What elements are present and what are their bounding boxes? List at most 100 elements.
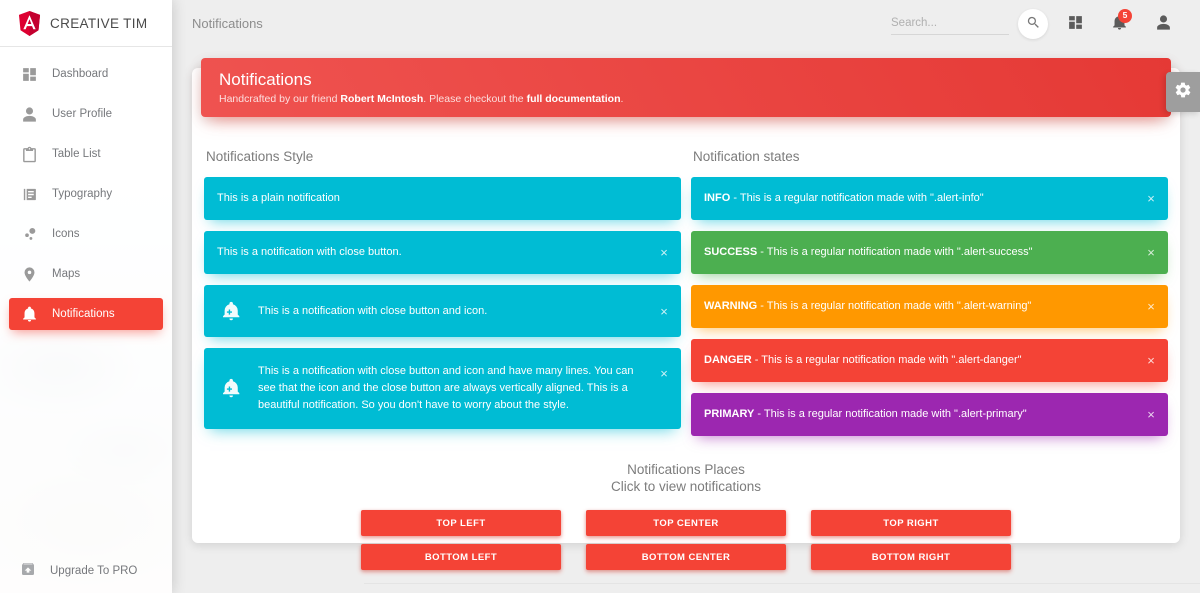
sidebar-footer: Upgrade To PRO	[0, 556, 172, 593]
sidebar-item-maps[interactable]: Maps	[9, 258, 163, 290]
alert-text: This is a notification with close button…	[258, 304, 488, 317]
sidebar-item-label: Maps	[52, 268, 81, 280]
close-icon[interactable]: ×	[1143, 407, 1159, 423]
alert-state-success: SUCCESS - This is a regular notification…	[691, 231, 1168, 275]
places-subtitle: Click to view notifications	[610, 479, 762, 495]
clipboard-icon	[20, 145, 38, 163]
brand-logo-link[interactable]: CREATIVE TIM	[0, 0, 172, 47]
close-icon[interactable]: ×	[656, 303, 672, 319]
sidebar-item-label: Typography	[52, 188, 113, 200]
alert-with-close-and-icon: This is a notification with close button…	[204, 285, 681, 338]
sidebar-footer-label: Upgrade To PRO	[50, 565, 138, 577]
sidebar-item-user-profile[interactable]: User Profile	[9, 98, 163, 130]
close-icon[interactable]: ×	[656, 245, 672, 261]
sidebar-item-dashboard[interactable]: Dashboard	[9, 58, 163, 90]
alert-state-text: - This is a regular notification made wi…	[754, 408, 1027, 421]
sidebar-item-upgrade-to-pro[interactable]: Upgrade To PRO	[9, 556, 163, 586]
subtitle-middle: . Please checkout the	[423, 93, 527, 106]
alert-state-danger: DANGER - This is a regular notification …	[691, 339, 1168, 383]
alert-text: This is a notification with close button…	[217, 246, 402, 259]
close-icon[interactable]: ×	[1143, 353, 1159, 369]
sidebar-item-label: Dashboard	[52, 68, 109, 80]
search-button[interactable]	[1018, 8, 1048, 39]
alert-with-close: This is a notification with close button…	[204, 231, 681, 275]
places-button-grid: TOP LEFT TOP CENTER TOP RIGHT BOTTOM LEF…	[361, 510, 1011, 571]
close-icon[interactable]: ×	[1143, 191, 1159, 207]
place-button-bottom-left[interactable]: BOTTOM LEFT	[361, 544, 561, 571]
sidebar-item-label: Notifications	[52, 308, 115, 320]
person-icon	[20, 105, 38, 123]
page-footer-divider	[364, 583, 1200, 593]
alert-state-info: INFO - This is a regular notification ma…	[691, 177, 1168, 221]
location-pin-icon	[20, 265, 38, 283]
search-input[interactable]	[891, 12, 1009, 35]
unarchive-icon	[20, 561, 36, 582]
subtitle-suffix: .	[620, 93, 624, 106]
angular-shield-icon	[18, 10, 41, 36]
alert-plain: This is a plain notification	[204, 177, 681, 221]
sidebar-nav: Dashboard User Profile Table List Typogr…	[0, 58, 172, 330]
add-alert-icon	[219, 376, 245, 402]
sidebar-item-icons[interactable]: Icons	[9, 218, 163, 250]
alert-text: This is a plain notification	[217, 192, 340, 204]
notifications-style-column: Notifications Style This is a plain noti…	[204, 139, 681, 447]
library-books-icon	[20, 185, 38, 203]
sidebar-item-typography[interactable]: Typography	[9, 178, 163, 210]
sidebar-item-notifications[interactable]: Notifications	[9, 298, 163, 330]
topbar-actions: 5	[891, 8, 1180, 39]
dashboard-grid-icon	[1067, 14, 1084, 34]
alert-state-label: PRIMARY	[704, 408, 755, 421]
search-area	[891, 8, 1048, 39]
place-button-top-left[interactable]: TOP LEFT	[361, 510, 561, 537]
sidebar-item-table-list[interactable]: Table List	[9, 138, 163, 170]
card-header-title: Notifications	[219, 70, 312, 89]
notifications-places-section: Notifications Places Click to view notif…	[204, 462, 1168, 571]
alert-text: PRIMARY - This is a regular notification…	[704, 406, 1134, 423]
places-title: Notifications Places	[627, 462, 745, 478]
profile-button[interactable]	[1146, 9, 1180, 39]
alert-state-warning: WARNING - This is a regular notification…	[691, 285, 1168, 329]
main-content-area: Notifications 5	[172, 0, 1200, 593]
add-alert-icon	[219, 298, 245, 324]
sidebar-item-label: Icons	[52, 228, 80, 240]
close-icon[interactable]: ×	[1143, 299, 1159, 315]
top-navbar: Notifications 5	[172, 0, 1200, 47]
alert-text: INFO - This is a regular notification ma…	[704, 190, 1134, 207]
author-name: Robert McIntosh	[340, 93, 424, 106]
notifications-button[interactable]: 5	[1102, 8, 1136, 39]
alert-text: SUCCESS - This is a regular notification…	[704, 244, 1134, 261]
alert-state-text: - This is a regular notification made wi…	[757, 246, 1033, 259]
place-button-top-center[interactable]: TOP CENTER	[586, 510, 786, 537]
notification-states-column: Notification states INFO - This is a reg…	[691, 139, 1168, 447]
dashboard-button[interactable]	[1058, 9, 1092, 39]
alert-text: This is a notification with close button…	[258, 365, 634, 412]
documentation-link[interactable]: full documentation	[527, 93, 621, 105]
brand-name: CREATIVE TIM	[50, 15, 148, 31]
place-button-top-right[interactable]: TOP RIGHT	[811, 510, 1011, 537]
sidebar-item-label: User Profile	[52, 108, 113, 120]
alert-state-text: - This is a regular notification made wi…	[757, 300, 1032, 313]
alert-state-text: - This is a regular notification made wi…	[730, 192, 984, 204]
search-icon	[1026, 15, 1041, 33]
bubble-chart-icon	[20, 225, 38, 243]
gear-icon	[1174, 81, 1192, 104]
notifications-style-title: Notifications Style	[206, 149, 314, 164]
settings-panel-toggle[interactable]	[1166, 72, 1200, 112]
subtitle-prefix: Handcrafted by our friend	[219, 93, 341, 106]
close-icon[interactable]: ×	[1143, 245, 1159, 261]
alert-state-label: SUCCESS	[704, 246, 758, 259]
card-header: Notifications Handcrafted by our friend …	[201, 58, 1171, 117]
card-body: Notifications Style This is a plain noti…	[192, 127, 1180, 571]
alert-state-primary: PRIMARY - This is a regular notification…	[691, 393, 1168, 437]
alert-multiline: This is a notification with close button…	[204, 348, 681, 430]
notifications-card: Notifications Handcrafted by our friend …	[192, 58, 1180, 571]
close-icon[interactable]: ×	[656, 365, 672, 381]
place-button-bottom-right[interactable]: BOTTOM RIGHT	[811, 544, 1011, 571]
alert-state-label: WARNING	[704, 300, 758, 313]
alert-text: DANGER - This is a regular notification …	[704, 352, 1134, 369]
place-button-bottom-center[interactable]: BOTTOM CENTER	[586, 544, 786, 571]
notification-states-title: Notification states	[693, 149, 800, 164]
bell-icon	[20, 305, 38, 323]
page-title: Notifications	[192, 16, 263, 31]
dashboard-grid-icon	[20, 65, 38, 83]
